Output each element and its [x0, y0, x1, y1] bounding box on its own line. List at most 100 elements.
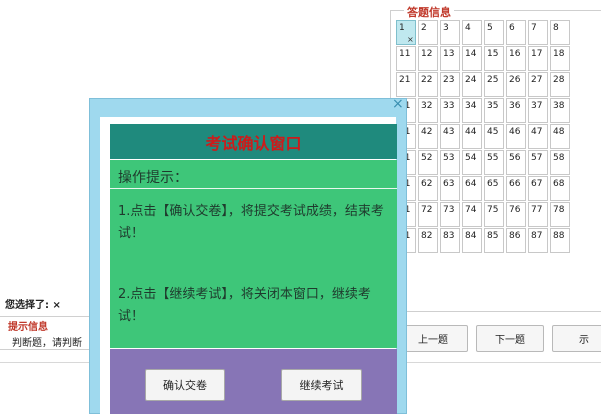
- question-cell[interactable]: 67: [528, 176, 548, 201]
- question-cell[interactable]: 45: [484, 124, 504, 149]
- question-cell[interactable]: 2: [418, 20, 438, 45]
- question-cell[interactable]: 7: [528, 20, 548, 45]
- question-number: 73: [443, 205, 455, 215]
- question-number: 67: [531, 179, 543, 189]
- question-cell[interactable]: 42: [418, 124, 438, 149]
- question-cell[interactable]: 47: [528, 124, 548, 149]
- question-cell[interactable]: 17: [528, 46, 548, 71]
- question-number: 47: [531, 127, 543, 137]
- question-cell[interactable]: 34: [462, 98, 482, 123]
- question-cell[interactable]: 54: [462, 150, 482, 175]
- question-cell[interactable]: 57: [528, 150, 548, 175]
- question-cell[interactable]: 56: [506, 150, 526, 175]
- prev-question-button[interactable]: 上一题: [398, 325, 468, 352]
- question-number: 58: [553, 153, 565, 163]
- question-cell[interactable]: 22: [418, 72, 438, 97]
- question-cell[interactable]: 25: [484, 72, 504, 97]
- question-cell[interactable]: 5: [484, 20, 504, 45]
- question-cell[interactable]: 46: [506, 124, 526, 149]
- question-cell[interactable]: 32: [418, 98, 438, 123]
- question-cell[interactable]: 66: [506, 176, 526, 201]
- question-cell[interactable]: 18: [550, 46, 570, 71]
- question-number: 44: [465, 127, 477, 137]
- question-number: 32: [421, 101, 433, 111]
- question-cell[interactable]: 48: [550, 124, 570, 149]
- question-cell[interactable]: 55: [484, 150, 504, 175]
- question-cell[interactable]: 87: [528, 228, 548, 253]
- question-cell[interactable]: 11: [396, 46, 416, 71]
- question-number: 74: [465, 205, 477, 215]
- question-cell[interactable]: 33: [440, 98, 460, 123]
- question-cell[interactable]: 58: [550, 150, 570, 175]
- question-cell[interactable]: 3: [440, 20, 460, 45]
- question-cell[interactable]: 43: [440, 124, 460, 149]
- question-number: 84: [465, 231, 477, 241]
- question-cell[interactable]: 85: [484, 228, 504, 253]
- question-number: 23: [443, 75, 455, 85]
- third-nav-button[interactable]: 示: [552, 325, 601, 352]
- question-cell[interactable]: 23: [440, 72, 460, 97]
- modal-title: 考试确认窗口: [110, 124, 397, 159]
- question-number: 65: [487, 179, 499, 189]
- question-cell[interactable]: 21: [396, 72, 416, 97]
- question-cell[interactable]: 8: [550, 20, 570, 45]
- question-number: 78: [553, 205, 565, 215]
- question-number: 21: [399, 75, 411, 85]
- question-cell[interactable]: 76: [506, 202, 526, 227]
- answer-info-title: 答题信息: [404, 4, 454, 20]
- question-cell[interactable]: 15: [484, 46, 504, 71]
- question-cell[interactable]: 83: [440, 228, 460, 253]
- question-cell[interactable]: 16: [506, 46, 526, 71]
- question-number: 45: [487, 127, 499, 137]
- question-cell[interactable]: 88: [550, 228, 570, 253]
- question-number: 68: [553, 179, 565, 189]
- close-icon[interactable]: ×: [392, 96, 404, 112]
- question-cell[interactable]: 84: [462, 228, 482, 253]
- question-cell[interactable]: 73: [440, 202, 460, 227]
- question-cell[interactable]: 64: [462, 176, 482, 201]
- question-number: 54: [465, 153, 477, 163]
- question-number: 27: [531, 75, 543, 85]
- question-cell[interactable]: 12: [418, 46, 438, 71]
- question-cell[interactable]: 37: [528, 98, 548, 123]
- question-number: 63: [443, 179, 455, 189]
- question-cell[interactable]: 75: [484, 202, 504, 227]
- question-cell[interactable]: 77: [528, 202, 548, 227]
- question-cell[interactable]: 27: [528, 72, 548, 97]
- question-number: 28: [553, 75, 565, 85]
- question-cell[interactable]: 63: [440, 176, 460, 201]
- question-cell[interactable]: 4: [462, 20, 482, 45]
- question-cell[interactable]: 74: [462, 202, 482, 227]
- question-number: 87: [531, 231, 543, 241]
- question-cell[interactable]: 13: [440, 46, 460, 71]
- modal-divider: [110, 188, 397, 189]
- question-cell[interactable]: 68: [550, 176, 570, 201]
- question-number: 38: [553, 101, 565, 111]
- question-cell[interactable]: 53: [440, 150, 460, 175]
- question-cell[interactable]: 26: [506, 72, 526, 97]
- question-number: 88: [553, 231, 565, 241]
- question-number: 72: [421, 205, 433, 215]
- continue-exam-button[interactable]: 继续考试: [281, 369, 362, 401]
- question-cell[interactable]: 38: [550, 98, 570, 123]
- question-cell[interactable]: 52: [418, 150, 438, 175]
- question-number: 76: [509, 205, 521, 215]
- question-cell[interactable]: 44: [462, 124, 482, 149]
- question-cell[interactable]: 1 ×: [396, 20, 416, 45]
- question-cell[interactable]: 36: [506, 98, 526, 123]
- question-cell[interactable]: 62: [418, 176, 438, 201]
- question-cell[interactable]: 28: [550, 72, 570, 97]
- question-cell[interactable]: 86: [506, 228, 526, 253]
- question-cell[interactable]: 35: [484, 98, 504, 123]
- question-cell[interactable]: 78: [550, 202, 570, 227]
- confirm-submit-button[interactable]: 确认交卷: [145, 369, 225, 401]
- question-cell[interactable]: 72: [418, 202, 438, 227]
- question-cell[interactable]: 24: [462, 72, 482, 97]
- question-number: 64: [465, 179, 477, 189]
- question-cell[interactable]: 82: [418, 228, 438, 253]
- next-question-button[interactable]: 下一题: [476, 325, 544, 352]
- question-number: 85: [487, 231, 499, 241]
- question-cell[interactable]: 6: [506, 20, 526, 45]
- question-cell[interactable]: 14: [462, 46, 482, 71]
- question-cell[interactable]: 65: [484, 176, 504, 201]
